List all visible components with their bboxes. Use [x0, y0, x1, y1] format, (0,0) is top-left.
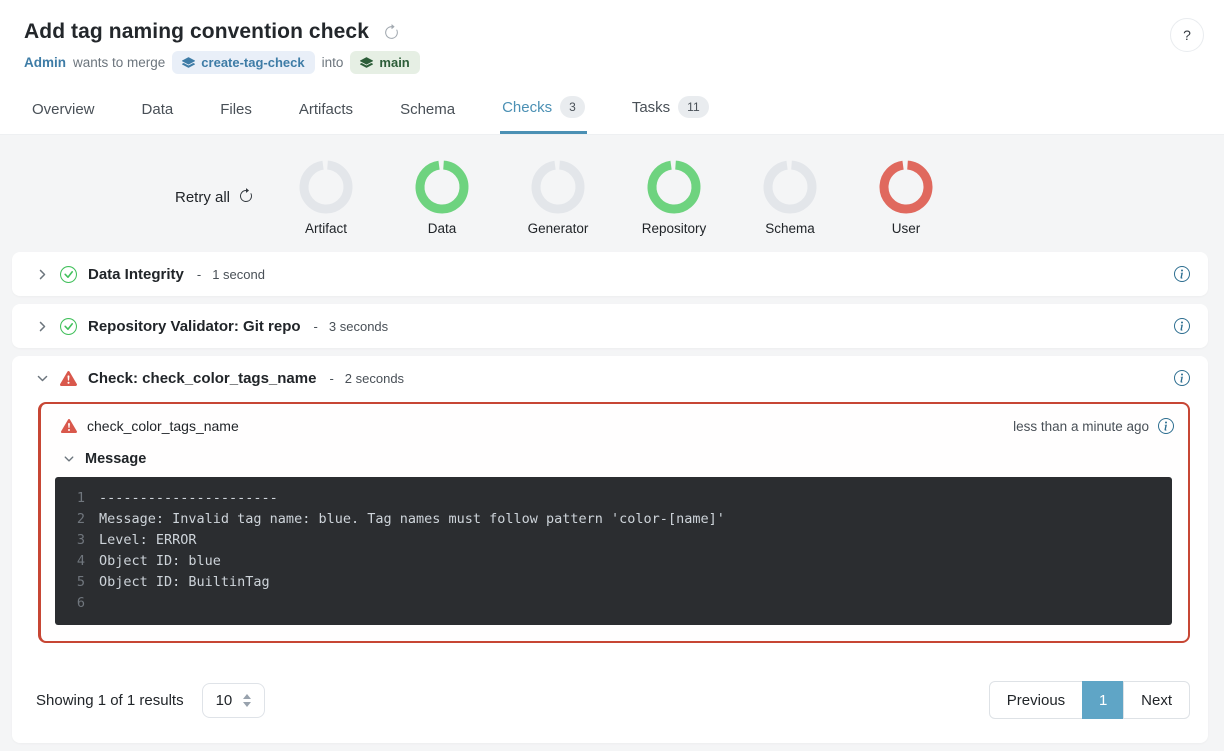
merge-byline: Admin wants to merge create-tag-check in… [24, 51, 1200, 74]
tab-files[interactable]: Files [218, 95, 254, 134]
error-triangle-icon [60, 370, 77, 387]
success-check-icon [60, 266, 77, 283]
message-section-label: Message [85, 451, 146, 467]
code-line: 6 [67, 593, 1160, 614]
donut-ring-neutral [762, 159, 818, 215]
donut-ring-neutral [298, 159, 354, 215]
next-page-button[interactable]: Next [1123, 681, 1190, 719]
info-icon[interactable] [1174, 266, 1190, 282]
check-title: Check: check_color_tags_name [88, 370, 316, 387]
chevron-down-icon [63, 453, 75, 465]
donut-ring-success [646, 159, 702, 215]
page-1-button[interactable]: 1 [1082, 681, 1124, 719]
target-branch-badge[interactable]: main [350, 51, 419, 74]
check-title: Repository Validator: Git repo [88, 318, 301, 335]
code-line: 5Object ID: BuiltinTag [67, 572, 1160, 593]
author-link[interactable]: Admin [24, 55, 66, 70]
error-detail-panel: check_color_tags_name less than a minute… [38, 402, 1190, 643]
error-check-name: check_color_tags_name [87, 418, 239, 434]
error-timestamp: less than a minute ago [1013, 419, 1149, 434]
tab-schema[interactable]: Schema [398, 95, 457, 134]
tab-tasks[interactable]: Tasks 11 [630, 90, 711, 134]
into-text: into [322, 55, 344, 70]
merge-text: wants to merge [73, 55, 165, 70]
results-count-text: Showing 1 of 1 results [36, 692, 184, 709]
code-line: 1---------------------- [67, 488, 1160, 509]
donut-ring-error [878, 159, 934, 215]
error-triangle-icon [61, 418, 77, 434]
code-line: 2Message: Invalid tag name: blue. Tag na… [67, 509, 1160, 530]
target-branch-label: main [379, 55, 409, 70]
tab-bar: Overview Data Files Artifacts Schema Che… [0, 90, 1224, 135]
tasks-count-badge: 11 [678, 96, 708, 118]
page-size-value: 10 [216, 692, 233, 709]
check-duration: 3 seconds [329, 319, 388, 334]
check-row-data-integrity[interactable]: Data Integrity - 1 second [12, 252, 1208, 296]
checks-summary: Retry all Artifact Data Generator Reposi… [0, 135, 1224, 242]
donut-schema[interactable]: Schema [732, 159, 848, 236]
donut-repository[interactable]: Repository [616, 159, 732, 236]
tab-overview[interactable]: Overview [30, 95, 97, 134]
previous-page-button[interactable]: Previous [989, 681, 1083, 719]
help-button[interactable]: ? [1170, 18, 1204, 52]
checks-list: Data Integrity - 1 second Repository Val… [0, 252, 1224, 743]
success-check-icon [60, 318, 77, 335]
check-duration: 2 seconds [345, 371, 404, 386]
branch-layers-icon [360, 56, 373, 69]
donut-ring-neutral [530, 159, 586, 215]
donut-artifact[interactable]: Artifact [268, 159, 384, 236]
info-icon[interactable] [1174, 318, 1190, 334]
tab-checks[interactable]: Checks 3 [500, 90, 587, 134]
check-row-color-tags[interactable]: Check: check_color_tags_name - 2 seconds [12, 356, 1208, 400]
select-arrows-icon [243, 694, 251, 707]
branch-layers-icon [182, 56, 195, 69]
checks-count-badge: 3 [560, 96, 585, 118]
donut-generator[interactable]: Generator [500, 159, 616, 236]
chevron-right-icon[interactable] [36, 320, 49, 333]
message-section-toggle[interactable]: Message [63, 451, 1174, 467]
check-title: Data Integrity [88, 266, 184, 283]
page-header: Add tag naming convention check ? Admin … [0, 0, 1224, 135]
retry-icon [238, 188, 254, 208]
code-line: 4Object ID: blue [67, 551, 1160, 572]
check-row-repository-validator[interactable]: Repository Validator: Git repo - 3 secon… [12, 304, 1208, 348]
error-message-codeblock[interactable]: 1---------------------- 2Message: Invali… [55, 477, 1172, 625]
donut-user[interactable]: User [848, 159, 964, 236]
page-size-select[interactable]: 10 [202, 683, 266, 718]
chevron-down-icon[interactable] [36, 372, 49, 385]
retry-all-button[interactable]: Retry all [175, 188, 254, 208]
info-icon[interactable] [1158, 418, 1174, 434]
donut-ring-success [414, 159, 470, 215]
check-duration: 1 second [212, 267, 265, 282]
source-branch-badge[interactable]: create-tag-check [172, 51, 314, 74]
results-footer: Showing 1 of 1 results 10 Previous 1 Nex… [12, 665, 1208, 743]
check-card-color-tags: Check: check_color_tags_name - 2 seconds… [12, 356, 1208, 743]
chevron-right-icon[interactable] [36, 268, 49, 281]
code-line: 3Level: ERROR [67, 530, 1160, 551]
info-icon[interactable] [1174, 370, 1190, 386]
check-card-data-integrity: Data Integrity - 1 second [12, 252, 1208, 296]
tab-data[interactable]: Data [140, 95, 176, 134]
check-card-repository-validator: Repository Validator: Git repo - 3 secon… [12, 304, 1208, 348]
refresh-icon[interactable] [383, 24, 400, 41]
pagination: Previous 1 Next [989, 681, 1190, 719]
tab-artifacts[interactable]: Artifacts [297, 95, 355, 134]
donut-data[interactable]: Data [384, 159, 500, 236]
page-title: Add tag naming convention check [24, 20, 369, 44]
source-branch-label: create-tag-check [201, 55, 304, 70]
